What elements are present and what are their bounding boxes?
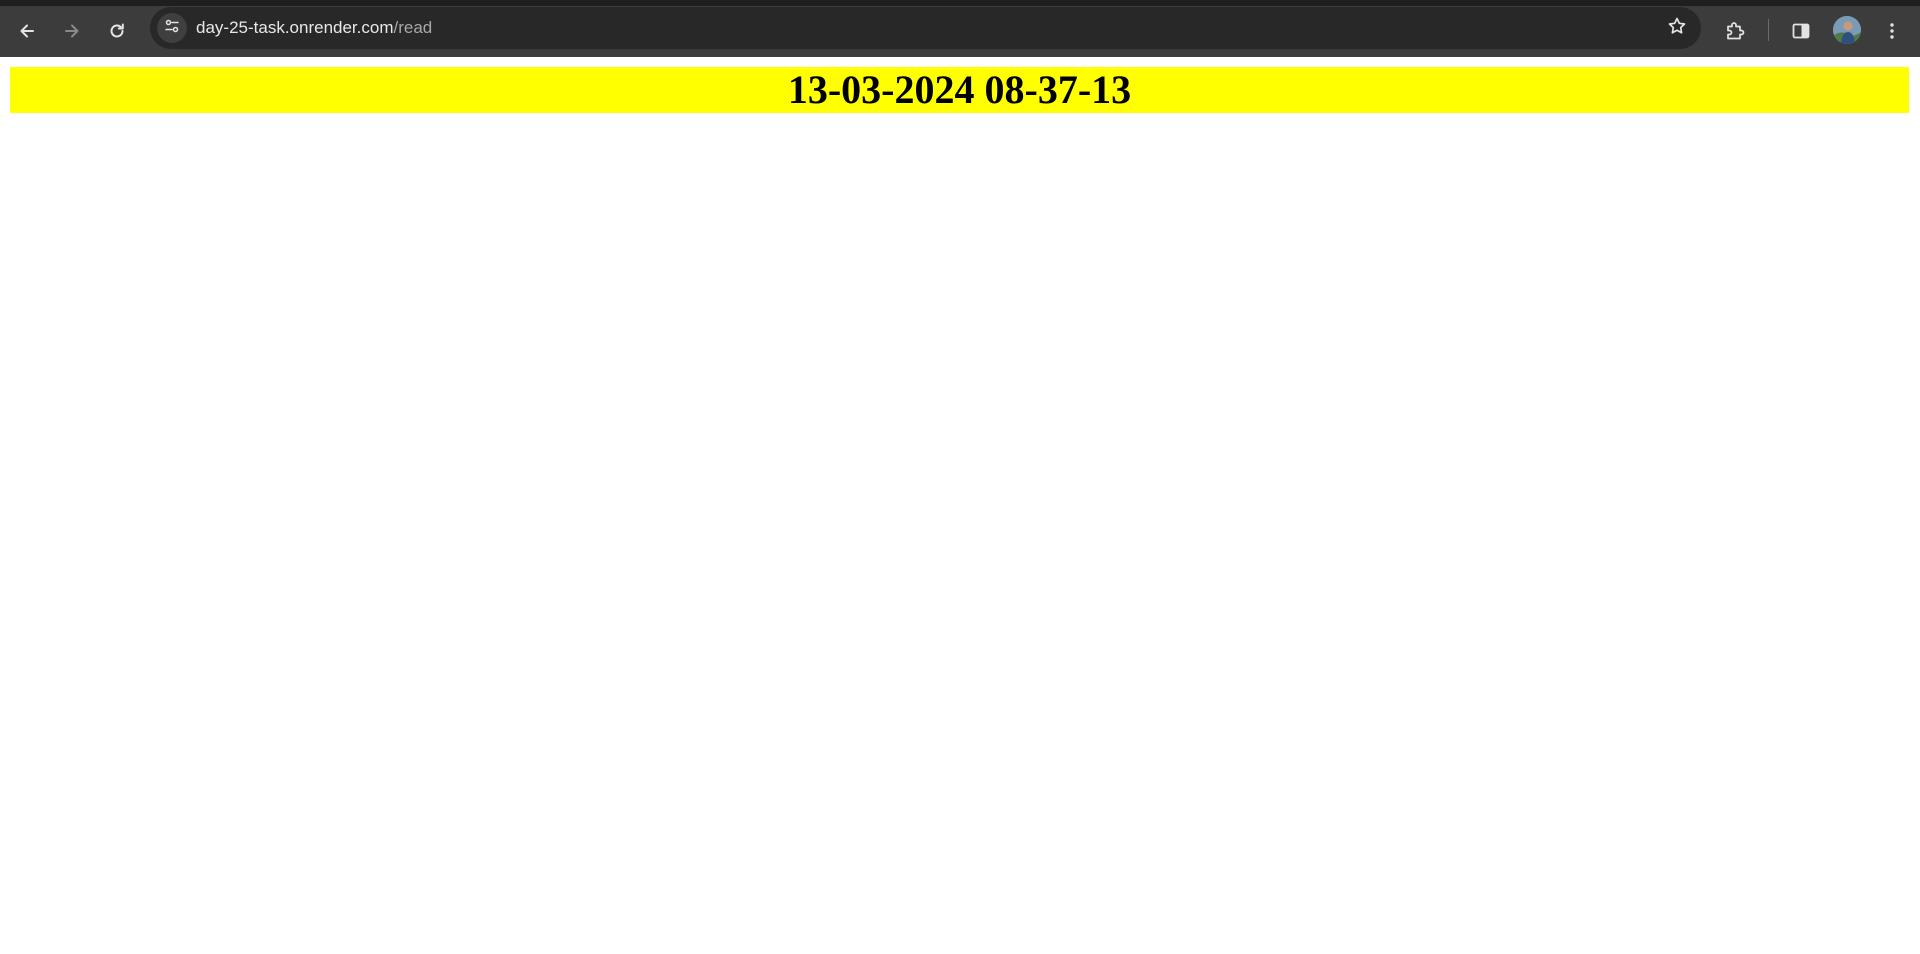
url-path: /read bbox=[393, 18, 433, 37]
page-content: 13-03-2024 08-37-13 bbox=[0, 57, 1920, 954]
reload-button[interactable] bbox=[101, 15, 133, 47]
side-panel-icon bbox=[1791, 21, 1811, 41]
extensions-button[interactable] bbox=[1719, 15, 1751, 47]
profile-avatar[interactable] bbox=[1833, 16, 1861, 44]
arrow-left-icon bbox=[17, 21, 37, 41]
back-button[interactable] bbox=[11, 15, 43, 47]
reload-icon bbox=[107, 21, 127, 41]
side-panel-button[interactable] bbox=[1785, 15, 1817, 47]
toolbar-divider bbox=[1768, 19, 1769, 41]
date-time-heading: 13-03-2024 08-37-13 bbox=[10, 67, 1909, 113]
tune-icon bbox=[164, 18, 180, 39]
kebab-menu-icon bbox=[1882, 21, 1902, 41]
bookmark-button[interactable] bbox=[1661, 12, 1693, 44]
site-info-button[interactable] bbox=[157, 13, 187, 43]
menu-button[interactable] bbox=[1876, 15, 1908, 47]
address-bar[interactable]: day-25-task.onrender.com/read bbox=[150, 7, 1701, 49]
star-outline-icon bbox=[1667, 16, 1687, 41]
url-host: day-25-task.onrender.com bbox=[196, 18, 394, 37]
forward-button[interactable] bbox=[56, 15, 88, 47]
browser-toolbar: day-25-task.onrender.com/read bbox=[0, 0, 1920, 57]
puzzle-icon bbox=[1724, 20, 1746, 42]
arrow-right-icon bbox=[62, 21, 82, 41]
url-text[interactable]: day-25-task.onrender.com/read bbox=[196, 18, 432, 38]
